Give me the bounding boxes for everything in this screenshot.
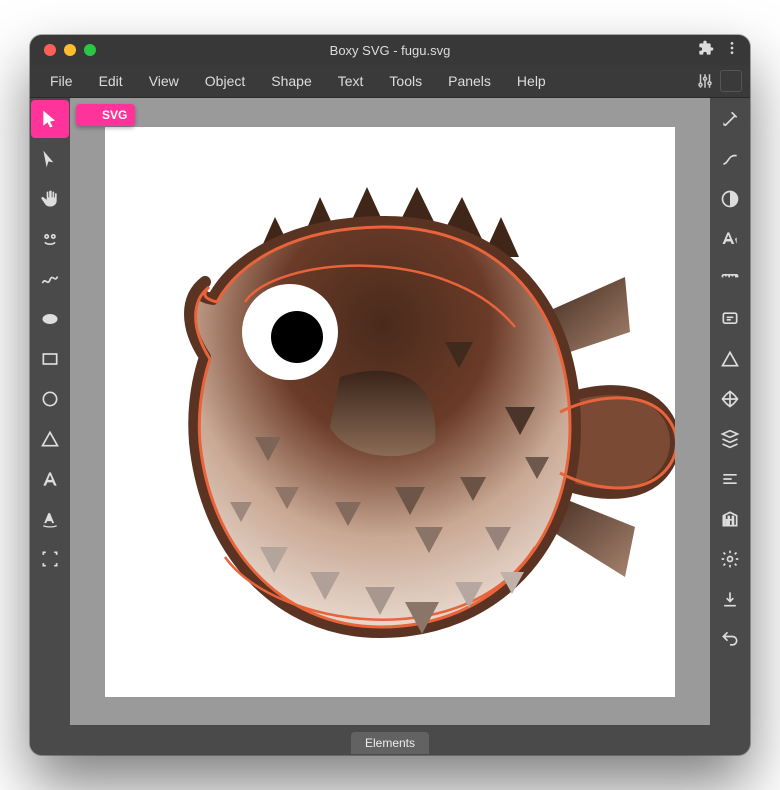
menu-edit[interactable]: Edit <box>87 68 135 94</box>
history-panel-icon[interactable] <box>711 620 749 658</box>
canvas-area: SVG <box>70 98 710 725</box>
footer: Elements <box>30 725 750 755</box>
asterisk-icon <box>84 109 97 122</box>
pan-tool[interactable] <box>31 180 69 218</box>
extension-icon[interactable] <box>698 40 714 61</box>
menu-view[interactable]: View <box>137 68 191 94</box>
meta-panel-icon[interactable] <box>711 300 749 338</box>
view-tool[interactable] <box>31 540 69 578</box>
fill-panel-icon[interactable] <box>711 100 749 138</box>
close-window-button[interactable] <box>44 44 56 56</box>
typography-panel-icon[interactable] <box>711 220 749 258</box>
generators-panel-icon[interactable] <box>711 540 749 578</box>
right-panel-column <box>710 98 750 725</box>
shape-face-tool[interactable] <box>31 220 69 258</box>
canvas[interactable] <box>76 104 704 719</box>
minimize-window-button[interactable] <box>64 44 76 56</box>
export-panel-icon[interactable] <box>711 580 749 618</box>
compositing-panel-icon[interactable] <box>711 180 749 218</box>
more-icon[interactable] <box>724 40 740 61</box>
align-panel-icon[interactable] <box>711 460 749 498</box>
menu-file[interactable]: File <box>38 68 85 94</box>
artboard[interactable] <box>105 127 675 697</box>
text-path-tool[interactable] <box>31 500 69 538</box>
menu-tools[interactable]: Tools <box>377 68 434 94</box>
select-tool[interactable] <box>31 100 69 138</box>
fullscreen-window-button[interactable] <box>84 44 96 56</box>
edit-tool[interactable] <box>31 140 69 178</box>
traffic-lights <box>30 44 96 56</box>
path-panel-icon[interactable] <box>711 340 749 378</box>
menu-shape[interactable]: Shape <box>259 68 323 94</box>
arrange-panel-icon[interactable] <box>711 380 749 418</box>
window-title: Boxy SVG - fugu.svg <box>30 43 750 58</box>
left-tool-column <box>30 98 70 725</box>
rectangle-tool[interactable] <box>31 340 69 378</box>
menu-object[interactable]: Object <box>193 68 257 94</box>
settings-sliders-icon[interactable] <box>692 68 718 94</box>
text-tool[interactable] <box>31 460 69 498</box>
menu-panels[interactable]: Panels <box>436 68 503 94</box>
objects-panel-icon[interactable] <box>711 420 749 458</box>
menu-text[interactable]: Text <box>326 68 376 94</box>
titlebar: Boxy SVG - fugu.svg <box>30 35 750 65</box>
blob-tool[interactable] <box>31 300 69 338</box>
stroke-panel-icon[interactable] <box>711 140 749 178</box>
svg-badge-label: SVG <box>102 108 127 122</box>
freehand-tool[interactable] <box>31 260 69 298</box>
elements-tab[interactable]: Elements <box>351 732 429 754</box>
library-panel-icon[interactable] <box>711 500 749 538</box>
menubar: File Edit View Object Shape Text Tools P… <box>30 65 750 98</box>
color-swatch[interactable] <box>720 70 742 92</box>
app-window: Boxy SVG - fugu.svg File Edit View Objec… <box>30 35 750 755</box>
triangle-tool[interactable] <box>31 420 69 458</box>
geometry-panel-icon[interactable] <box>711 260 749 298</box>
app-body: SVG <box>30 98 750 725</box>
fugu-graphic[interactable] <box>105 127 675 697</box>
titlebar-right <box>698 40 740 61</box>
svg-root-badge[interactable]: SVG <box>76 104 135 126</box>
ellipse-tool[interactable] <box>31 380 69 418</box>
menu-help[interactable]: Help <box>505 68 558 94</box>
